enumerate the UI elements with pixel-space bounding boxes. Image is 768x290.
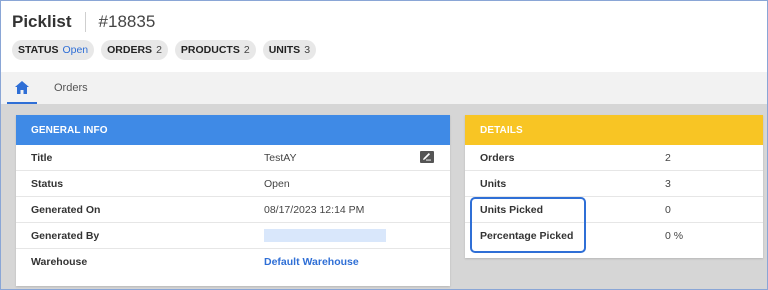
details-row-orders: Orders 2 [465, 145, 763, 171]
row-label: Generated On [31, 203, 101, 216]
page-title: Picklist [12, 12, 72, 31]
details-heading: DETAILS [465, 115, 763, 145]
tab-bar: Orders [1, 72, 767, 104]
row-label: Units [480, 177, 507, 190]
chip-value: 2 [243, 44, 250, 56]
home-icon [15, 80, 29, 94]
row-value: TestAY [264, 151, 297, 164]
summary-chips: STATUS Open ORDERS 2 PRODUCTS 2 UNITS 3 [12, 40, 317, 60]
row-value: 2 [665, 151, 671, 164]
tab-orders[interactable]: Orders [54, 72, 88, 104]
row-label: Title [31, 151, 53, 164]
page-header: Picklist #18835 STATUS Open ORDERS 2 PRO… [1, 1, 767, 71]
status-chip: STATUS Open [12, 40, 95, 60]
info-row-title: Title TestAY [16, 145, 450, 171]
title-row: Picklist #18835 [12, 11, 155, 33]
general-info-panel: GENERAL INFO Title TestAY Status Open Ge… [16, 115, 450, 286]
info-row-generated-by: Generated By [16, 223, 450, 249]
warehouse-link[interactable]: Default Warehouse [264, 256, 359, 268]
info-row-status: Status Open [16, 171, 450, 197]
title-divider [84, 12, 86, 32]
chip-key: STATUS [18, 44, 59, 56]
chip-value: 3 [304, 44, 311, 56]
products-chip: PRODUCTS 2 [174, 40, 256, 60]
chip-key: UNITS [268, 44, 301, 56]
edit-icon[interactable] [420, 151, 434, 163]
details-row-units: Units 3 [465, 171, 763, 197]
row-value: 0 % [665, 230, 684, 242]
general-info-heading: GENERAL INFO [16, 115, 450, 145]
redacted-value [264, 229, 386, 242]
row-label: Warehouse [31, 256, 88, 268]
row-label: Generated By [31, 229, 100, 242]
units-chip: UNITS 3 [262, 40, 317, 60]
annotation-highlight-box [470, 197, 586, 253]
row-value: 08/17/2023 12:14 PM [264, 203, 365, 216]
orders-chip: ORDERS 2 [101, 40, 168, 60]
row-value: 0 [665, 203, 671, 216]
row-value: Open [264, 177, 290, 190]
tab-home[interactable] [7, 72, 37, 104]
chip-value: 2 [156, 44, 162, 56]
row-label: Status [31, 177, 64, 190]
picklist-number: #18835 [98, 12, 156, 31]
chip-key: PRODUCTS [180, 44, 240, 56]
main-content: GENERAL INFO Title TestAY Status Open Ge… [1, 104, 767, 289]
row-value: 3 [665, 177, 671, 190]
chip-key: ORDERS [107, 44, 153, 56]
chip-value: Open [62, 44, 89, 56]
info-row-generated-on: Generated On 08/17/2023 12:14 PM [16, 197, 450, 223]
row-label: Orders [480, 151, 515, 164]
info-row-warehouse: Warehouse Default Warehouse [16, 249, 450, 275]
